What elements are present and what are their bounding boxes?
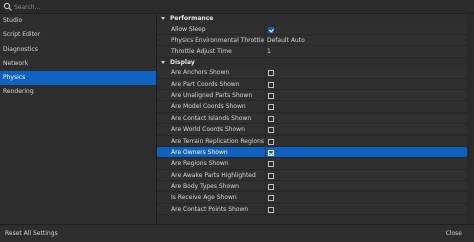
- column-divider[interactable]: [265, 124, 266, 135]
- setting-label: Are Anchors Shown: [171, 69, 230, 77]
- setting-row-world-coords: Are World Coords Shown: [157, 124, 467, 136]
- column-divider[interactable]: [265, 146, 266, 158]
- sidebar-item-script-editor[interactable]: Script Editor: [0, 28, 156, 42]
- column-divider[interactable]: [265, 23, 266, 34]
- column-divider[interactable]: [265, 67, 266, 78]
- setting-label: Are Awake Parts Highlighted: [171, 171, 256, 179]
- setting-row-contact-islands: Are Contact Islands Shown: [157, 112, 467, 125]
- sidebar-item-rendering[interactable]: Rendering: [0, 85, 156, 99]
- search-bar: [0, 0, 474, 14]
- setting-row-terrain-replication-regions: Are Terrain Replication Regions Shown: [157, 135, 467, 147]
- setting-label: Are World Coords Shown: [171, 126, 245, 134]
- contact-islands-checkbox[interactable]: [268, 115, 274, 122]
- setting-label: Allow Sleep: [171, 25, 206, 33]
- column-divider[interactable]: [265, 192, 266, 203]
- setting-label: Are Unaligned Parts Shown: [171, 91, 253, 99]
- sidebar-item-physics[interactable]: Physics: [0, 71, 156, 86]
- setting-row-physics-environmental-throttle: Physics Environmental Throttle Default A…: [157, 34, 467, 47]
- section-header-display[interactable]: Display: [157, 57, 467, 68]
- chevron-down-icon: [161, 17, 165, 21]
- column-divider[interactable]: [265, 135, 266, 146]
- setting-row-throttle-adjust-time: Throttle Adjust Time 1: [157, 46, 467, 58]
- awake-parts-checkbox[interactable]: [268, 172, 274, 179]
- search-input[interactable]: [14, 2, 314, 12]
- settings-scrollbar[interactable]: [467, 14, 474, 224]
- sidebar-item-network[interactable]: Network: [0, 57, 156, 71]
- sidebar-item-studio[interactable]: Studio: [0, 14, 156, 28]
- chevron-down-icon: [161, 60, 165, 64]
- regions-checkbox[interactable]: [268, 161, 274, 168]
- column-divider[interactable]: [265, 78, 266, 89]
- settings-panel: Performance Allow Sleep Physics Environm…: [157, 14, 467, 224]
- setting-label: Throttle Adjust Time: [171, 48, 232, 56]
- setting-row-part-coords: Are Part Coords Shown: [157, 78, 467, 90]
- column-divider[interactable]: [265, 89, 266, 101]
- studio-settings-window: Studio Script Editor Diagnostics Network…: [0, 0, 474, 242]
- settings-sidebar: Studio Script Editor Diagnostics Network…: [0, 14, 157, 224]
- setting-row-anchors: Are Anchors Shown: [157, 67, 467, 79]
- setting-row-model-coords: Are Model Coords Shown: [157, 101, 467, 113]
- sidebar-item-diagnostics[interactable]: Diagnostics: [0, 43, 156, 57]
- column-divider[interactable]: [265, 46, 266, 57]
- search-icon: [3, 2, 12, 11]
- setting-row-unaligned-parts: Are Unaligned Parts Shown: [157, 89, 467, 102]
- column-divider[interactable]: [265, 169, 266, 181]
- reset-all-settings-button[interactable]: Reset All Settings: [1, 228, 62, 240]
- contact-points-checkbox[interactable]: [268, 206, 274, 213]
- unaligned-parts-checkbox[interactable]: [268, 92, 274, 99]
- setting-label: Physics Environmental Throttle: [171, 36, 265, 44]
- section-header-performance[interactable]: Performance: [157, 14, 467, 24]
- terrain-replication-regions-checkbox[interactable]: [268, 138, 274, 145]
- column-divider[interactable]: [265, 112, 266, 124]
- anchors-checkbox[interactable]: [268, 70, 274, 77]
- setting-row-body-types: Are Body Types Shown: [157, 181, 467, 193]
- column-divider[interactable]: [265, 203, 266, 215]
- section-title: Performance: [170, 15, 214, 22]
- setting-label: Are Owners Shown: [171, 148, 228, 156]
- setting-row-allow-sleep: Allow Sleep: [157, 23, 467, 35]
- setting-label: Are Contact Points Shown: [171, 205, 249, 213]
- setting-row-owners: Are Owners Shown: [157, 146, 467, 159]
- owners-checkbox[interactable]: [268, 149, 274, 156]
- setting-row-receive-age: Is Receive Age Shown: [157, 192, 467, 204]
- column-divider[interactable]: [265, 158, 266, 169]
- setting-label: Are Model Coords Shown: [171, 103, 246, 111]
- setting-label: Is Receive Age Shown: [171, 194, 237, 202]
- throttle-dropdown[interactable]: Default Auto: [267, 35, 305, 46]
- setting-label: Are Regions Shown: [171, 160, 229, 168]
- settings-footer: Reset All Settings Close: [0, 224, 474, 242]
- throttle-adjust-time-input[interactable]: 1: [267, 46, 271, 57]
- allow-sleep-checkbox[interactable]: [268, 26, 274, 33]
- column-divider[interactable]: [265, 34, 266, 46]
- receive-age-checkbox[interactable]: [268, 195, 274, 202]
- setting-label: Are Contact Islands Shown: [171, 114, 252, 122]
- setting-row-contact-points: Are Contact Points Shown: [157, 203, 467, 216]
- setting-row-regions: Are Regions Shown: [157, 158, 467, 170]
- setting-label: Are Body Types Shown: [171, 183, 239, 191]
- column-divider[interactable]: [265, 181, 266, 192]
- column-divider[interactable]: [265, 101, 266, 112]
- world-coords-checkbox[interactable]: [268, 127, 274, 134]
- close-button[interactable]: Close: [442, 228, 466, 240]
- body-types-checkbox[interactable]: [268, 184, 274, 191]
- setting-label: Are Terrain Replication Regions Shown: [171, 137, 266, 145]
- setting-row-awake-parts: Are Awake Parts Highlighted: [157, 169, 467, 182]
- model-coords-checkbox[interactable]: [268, 104, 274, 111]
- part-coords-checkbox[interactable]: [268, 81, 274, 88]
- section-title: Display: [170, 58, 195, 66]
- setting-label: Are Part Coords Shown: [171, 80, 240, 88]
